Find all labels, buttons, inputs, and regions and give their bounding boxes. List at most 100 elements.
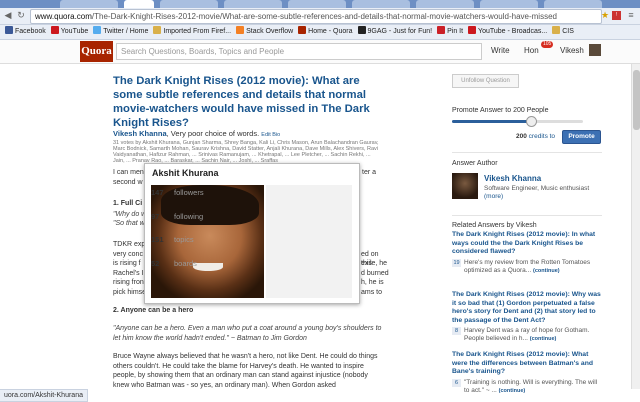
browser-toolbar: ◀ ↻ www.quora.com/The-Dark-Knight-Rises-… — [0, 8, 640, 25]
twitter-icon — [93, 26, 102, 34]
bookmark-item[interactable]: YouTube - Broadcas... — [468, 25, 547, 39]
hovercard-stat-following[interactable]: 97 following — [151, 212, 203, 221]
bookmark-item[interactable]: Stack Overflow — [236, 25, 293, 39]
author-avatar[interactable] — [452, 173, 478, 199]
hovercard-stat-boards[interactable]: 52 boards — [151, 259, 197, 268]
status-bar: uora.com/Akshit-Khurana — [0, 389, 88, 402]
snippet-text: Harvey Dent was a ray of hope for Gotham… — [464, 327, 590, 342]
related-answer-snippet: "Training is nothing. Will is everything… — [464, 379, 602, 395]
related-question-link[interactable]: The Dark Knight Rises (2012 movie): In w… — [452, 231, 602, 257]
browser-tab[interactable] — [544, 0, 602, 8]
edit-bio-link[interactable]: Edit Bio — [261, 132, 280, 138]
hovercard-stats — [266, 185, 352, 298]
slider-fill — [452, 120, 531, 123]
bookmark-item[interactable]: CIS — [552, 25, 574, 39]
continue-link[interactable]: (continue) — [533, 268, 560, 274]
browser-tab[interactable] — [352, 0, 410, 8]
pin-icon — [437, 26, 446, 34]
facebook-icon — [5, 26, 13, 34]
browser-tab[interactable] — [288, 0, 346, 8]
user-hovercard[interactable]: Akshit Khurana — [144, 163, 360, 304]
bookmark-item[interactable]: Imported From Firef... — [153, 25, 231, 39]
url-path: /The-Dark-Knight-Rises-2012-movie/What-a… — [91, 12, 557, 21]
continue-link[interactable]: (continue) — [530, 336, 557, 342]
hovercard-name[interactable]: Akshit Khurana — [152, 168, 219, 178]
quora-logo[interactable]: Quora — [80, 41, 113, 62]
browser-tab-strip — [0, 0, 640, 8]
user-menu[interactable]: Vikesh — [560, 46, 584, 55]
stat-count: 52 — [151, 258, 160, 268]
browser-tab[interactable] — [224, 0, 282, 8]
hovercard-stat-topics[interactable]: 151 topics — [151, 235, 194, 244]
stat-label: boards — [174, 258, 197, 268]
snippet-text: Here's my review from the Rotten Tomatoe… — [464, 258, 591, 274]
stat-count: 97 — [151, 211, 160, 221]
stat-label: followers — [174, 188, 204, 197]
credits-label[interactable]: credits to — [529, 133, 555, 140]
page-scrollbar[interactable] — [631, 64, 640, 389]
stackoverflow-icon — [236, 26, 245, 34]
continue-link[interactable]: (continue) — [499, 388, 526, 394]
stat-label: following — [174, 211, 204, 221]
bookmark-label: YouTube - Broadcas... — [478, 28, 548, 35]
bookmark-label: 9GAG - Just for Fun! — [367, 28, 433, 35]
browser-tab[interactable] — [160, 0, 218, 8]
question-title[interactable]: The Dark Knight Rises (2012 movie): What… — [113, 74, 383, 130]
stat-label: topics — [174, 235, 194, 244]
answer-text: ter a — [362, 169, 377, 176]
bookmark-label: Facebook — [15, 28, 46, 35]
vote-count-badge: 6 — [452, 378, 461, 387]
bookmark-item[interactable]: Facebook — [5, 25, 46, 39]
slider-handle[interactable] — [525, 116, 537, 127]
promote-heading: Promote Answer to 200 People — [452, 107, 549, 114]
bookmark-item[interactable]: Pin It — [437, 25, 463, 39]
author-bio-more[interactable]: (more) — [484, 193, 503, 200]
browser-tab[interactable] — [60, 0, 118, 8]
author-description: , Very poor choice of words. — [166, 129, 260, 138]
hovercard-stat-followers[interactable]: 147 followers — [151, 188, 204, 197]
notification-badge[interactable]: 105 — [541, 41, 554, 48]
answer-heading: 1. Full Ci — [113, 200, 143, 207]
answer-quote: "Anyone can be a hero. Even a man who pu… — [113, 325, 382, 342]
bookmark-label: Pin It — [447, 28, 464, 35]
star-icon[interactable]: ★ — [600, 10, 610, 21]
bookmark-label: CIS — [562, 28, 574, 35]
bookmark-item[interactable]: Twitter / Home — [93, 25, 148, 39]
address-bar[interactable]: www.quora.com/The-Dark-Knight-Rises-2012… — [30, 9, 602, 24]
bookmark-label: Home - Quora — [308, 28, 353, 35]
write-link[interactable]: Write — [491, 46, 510, 55]
extension-icon[interactable]: ! — [612, 11, 621, 20]
youtube-icon — [50, 26, 59, 34]
bookmarks-bar: Facebook YouTube Twitter / Home Imported Fr… — [0, 25, 640, 40]
answer-paragraph: Bruce Wayne always believed that he wasn… — [113, 353, 378, 389]
bookmark-item[interactable]: YouTube — [50, 25, 88, 39]
search-input[interactable]: Search Questions, Boards, Topics and Peo… — [116, 43, 482, 60]
browser-tab[interactable] — [480, 0, 538, 8]
related-question-link[interactable]: The Dark Knight Rises (2012 movie): Why … — [452, 291, 602, 325]
bookmark-item[interactable]: Home - Quora — [298, 25, 353, 39]
related-question-link[interactable]: The Dark Knight Rises (2012 movie): What… — [452, 351, 602, 377]
promote-slider[interactable] — [452, 116, 583, 127]
avatar[interactable] — [589, 44, 601, 56]
menu-icon[interactable]: ≡ — [626, 10, 636, 21]
reload-icon[interactable]: ↻ — [16, 10, 26, 21]
divider — [452, 215, 602, 216]
browser-tab[interactable] — [416, 0, 474, 8]
credits-text: 200 credits to — [516, 133, 555, 140]
stat-count: 147 — [151, 188, 164, 197]
vote-count-badge: 8 — [452, 327, 461, 335]
answer-author-link[interactable]: Vikesh Khanna — [113, 129, 167, 138]
home-link[interactable]: Hon — [524, 46, 539, 55]
browser-tab-active[interactable] — [124, 0, 154, 8]
vote-count-badge: 19 — [452, 258, 461, 267]
bookmark-label: Twitter / Home — [103, 28, 149, 35]
promote-button[interactable]: Promote — [562, 130, 601, 144]
author-name-link[interactable]: Vikesh Khanna — [484, 174, 541, 183]
bookmark-label: Imported From Firef... — [163, 28, 232, 35]
answer-author-heading: Answer Author — [452, 160, 498, 167]
unfollow-question-button[interactable]: Unfollow Question — [452, 74, 519, 88]
bookmark-item[interactable]: 9GAG - Just for Fun! — [357, 25, 433, 39]
back-icon[interactable]: ◀ — [3, 10, 13, 21]
scrollbar-thumb[interactable] — [633, 70, 640, 130]
related-answer-snippet: Here's my review from the Rotten Tomatoe… — [464, 259, 602, 275]
